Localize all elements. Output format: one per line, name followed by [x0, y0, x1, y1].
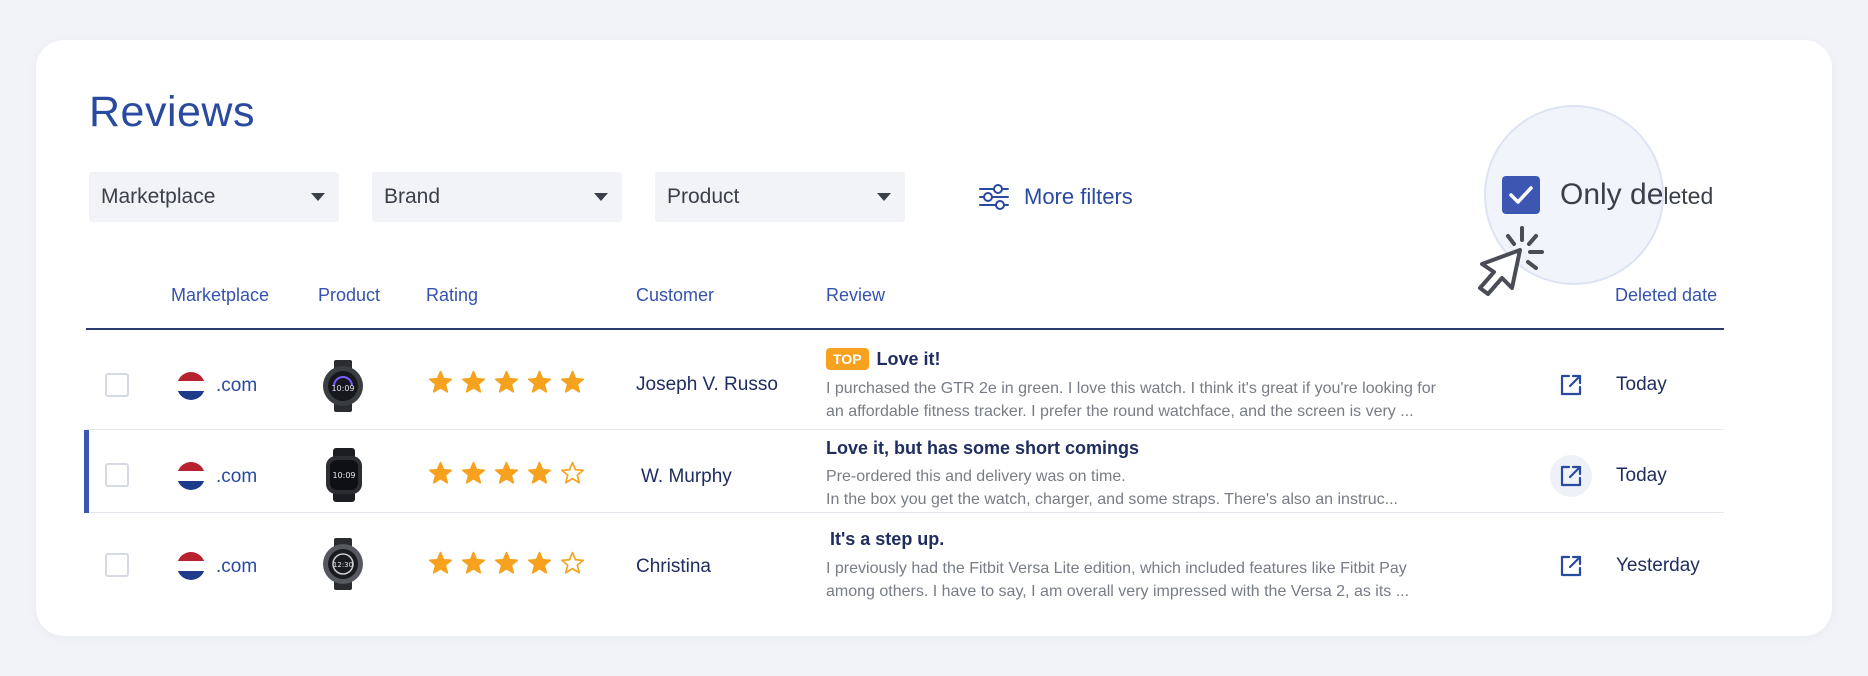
review-text: I purchased the GTR 2e in green. I love …: [826, 377, 1466, 423]
rating-stars: [428, 461, 585, 486]
deleted-date: Today: [1616, 465, 1667, 486]
marketplace-link[interactable]: .com: [216, 466, 257, 488]
marketplace-link[interactable]: .com: [216, 375, 257, 397]
product-dropdown[interactable]: Product: [655, 172, 905, 222]
review-title-text: Love it, but has some short comings: [826, 438, 1140, 458]
product-watch-image: 10:09: [323, 360, 363, 412]
checkmark-icon: [1509, 186, 1533, 204]
product-watch-image: 10:09: [326, 448, 362, 502]
chevron-down-icon: [877, 193, 891, 201]
table-header-divider: [86, 328, 1724, 330]
review-text-line: an affordable fitness tracker. I prefer …: [826, 403, 1414, 420]
star-filled-icon: [494, 551, 519, 574]
star-filled-icon: [527, 370, 552, 393]
review-text-line: among others. I have to say, I am overal…: [826, 583, 1410, 600]
svg-text:10:09: 10:09: [331, 384, 354, 393]
col-header-customer[interactable]: Customer: [636, 285, 714, 306]
netherlands-flag-icon: [177, 552, 205, 580]
only-deleted-label: Only deleted: [1560, 178, 1713, 212]
top-badge: TOP: [826, 348, 869, 370]
review-text-line: Pre-ordered this and delivery was on tim…: [826, 468, 1126, 485]
svg-text:10:09: 10:09: [332, 471, 355, 480]
deleted-date: Today: [1616, 374, 1667, 395]
col-header-rating[interactable]: Rating: [426, 285, 478, 306]
click-cursor-icon: [1478, 226, 1544, 296]
col-header-marketplace[interactable]: Marketplace: [171, 285, 269, 306]
customer-name[interactable]: Christina: [636, 556, 711, 578]
customer-name[interactable]: Joseph V. Russo: [636, 374, 778, 396]
star-filled-icon: [428, 551, 453, 574]
review-title-text: Love it!: [876, 348, 941, 369]
netherlands-flag-icon: [177, 462, 205, 490]
star-filled-icon: [461, 461, 486, 484]
review-text: Pre-ordered this and delivery was on tim…: [826, 465, 1466, 511]
review-text: I previously had the Fitbit Versa Lite e…: [826, 557, 1466, 603]
col-header-review[interactable]: Review: [826, 285, 885, 306]
product-watch-image: 12:30: [323, 538, 363, 590]
star-empty-icon: [560, 551, 585, 574]
more-filters-button[interactable]: More filters: [978, 180, 1133, 214]
page-title: Reviews: [89, 88, 255, 136]
star-filled-icon: [560, 370, 585, 393]
rating-stars: [428, 551, 585, 576]
chevron-down-icon: [594, 193, 608, 201]
star-empty-icon: [560, 461, 585, 484]
review-title[interactable]: Love it, but has some short comings: [826, 438, 1139, 459]
only-deleted-label-tail: leted: [1663, 183, 1714, 209]
review-text-line: I previously had the Fitbit Versa Lite e…: [826, 560, 1407, 577]
rating-stars: [428, 370, 585, 395]
star-filled-icon: [428, 461, 453, 484]
row-checkbox[interactable]: [105, 463, 129, 487]
sliders-icon: [979, 184, 1009, 210]
star-filled-icon: [527, 551, 552, 574]
only-deleted-label-main: Only de: [1560, 178, 1664, 211]
netherlands-flag-icon: [177, 372, 205, 400]
external-link-icon[interactable]: [1559, 373, 1583, 397]
review-title-text: It's a step up.: [830, 529, 945, 549]
deleted-date: Yesterday: [1616, 555, 1700, 576]
external-link-icon[interactable]: [1559, 554, 1583, 578]
row-selection-indicator: [84, 430, 89, 513]
more-filters-label: More filters: [1024, 184, 1133, 209]
marketplace-dropdown-label: Marketplace: [101, 185, 216, 208]
row-divider: [86, 512, 1724, 513]
star-filled-icon: [461, 370, 486, 393]
col-header-product[interactable]: Product: [318, 285, 380, 306]
product-dropdown-label: Product: [667, 185, 740, 208]
star-filled-icon: [527, 461, 552, 484]
brand-dropdown-label: Brand: [384, 185, 441, 208]
external-link-icon[interactable]: [1559, 464, 1583, 488]
star-filled-icon: [428, 370, 453, 393]
only-deleted-toggle[interactable]: Only deleted: [1502, 176, 1713, 214]
star-filled-icon: [494, 461, 519, 484]
chevron-down-icon: [311, 193, 325, 201]
star-filled-icon: [461, 551, 486, 574]
star-filled-icon: [494, 370, 519, 393]
brand-dropdown[interactable]: Brand: [372, 172, 622, 222]
review-title[interactable]: It's a step up.: [830, 529, 944, 550]
customer-name[interactable]: W. Murphy: [641, 466, 732, 488]
review-text-line: In the box you get the watch, charger, a…: [826, 491, 1398, 508]
row-checkbox[interactable]: [105, 553, 129, 577]
row-divider: [86, 429, 1724, 430]
review-title[interactable]: TOP Love it!: [826, 348, 941, 370]
row-checkbox[interactable]: [105, 373, 129, 397]
svg-text:12:30: 12:30: [333, 561, 353, 569]
col-header-deleted-date[interactable]: Deleted date: [1615, 285, 1717, 306]
marketplace-link[interactable]: .com: [216, 556, 257, 578]
only-deleted-checkbox[interactable]: [1502, 176, 1540, 214]
review-text-line: I purchased the GTR 2e in green. I love …: [826, 380, 1436, 397]
marketplace-dropdown[interactable]: Marketplace: [89, 172, 339, 222]
